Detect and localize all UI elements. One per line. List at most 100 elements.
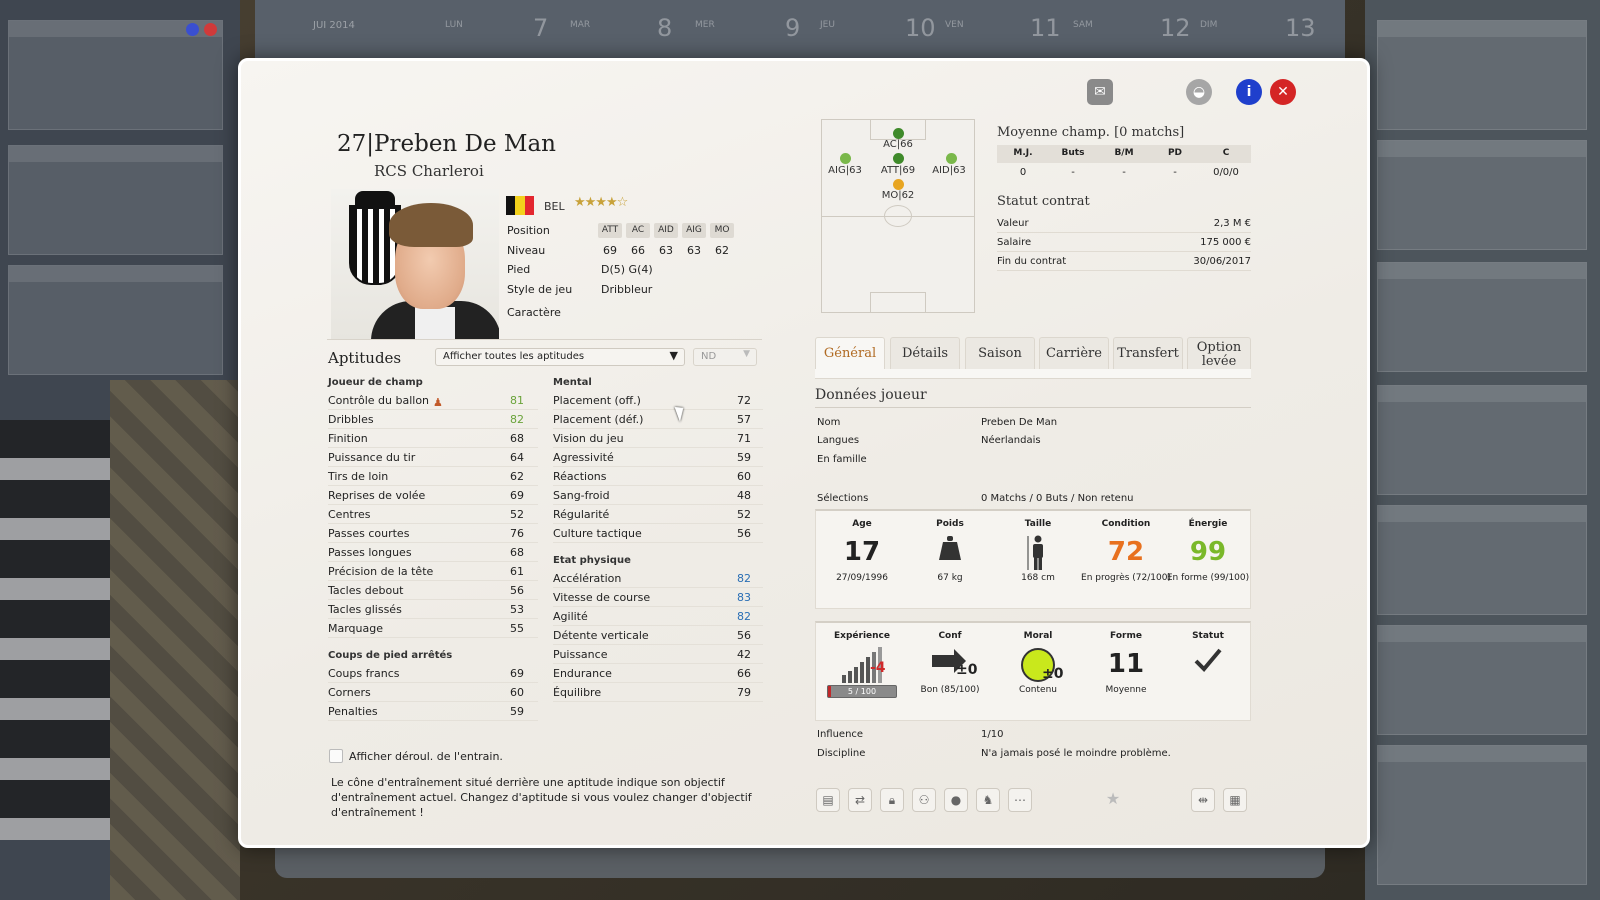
contract-value: 2,3 M € — [1213, 218, 1251, 229]
position-marker-aid[interactable] — [946, 153, 957, 164]
tab-saison[interactable]: Saison — [965, 337, 1035, 369]
energy-status: En forme (99/100) — [1166, 573, 1250, 583]
tab-general[interactable]: Général — [815, 337, 885, 369]
bg-red-dot — [204, 23, 217, 36]
experience-cell: Expérience -4 5 / 100 — [816, 623, 908, 698]
star-icon[interactable]: ★ — [1101, 788, 1125, 812]
show-training-label[interactable]: Afficher déroul. de l'entrain. — [349, 750, 503, 763]
attribute-value: 76 — [510, 527, 524, 540]
aptitudes-filter-select[interactable]: Afficher toutes les aptitudes ▼ — [435, 348, 685, 366]
aptitudes-filter-value: Afficher toutes les aptitudes — [443, 351, 585, 362]
attribute-row[interactable]: Endurance 66 — [553, 664, 763, 683]
attribute-row[interactable]: Vision du jeu 71 — [553, 429, 763, 448]
scarf-decoration — [0, 420, 110, 840]
position-marker-mo[interactable] — [893, 179, 904, 190]
attribute-row[interactable]: Puissance 42 — [553, 645, 763, 664]
attribute-name: Régularité — [553, 508, 610, 521]
info-icon[interactable]: i — [1236, 79, 1262, 105]
tab-option-levee[interactable]: Option levée — [1187, 337, 1251, 369]
attribute-row[interactable]: Tirs de loin 62 — [328, 467, 538, 486]
club-name[interactable]: RCS Charleroi — [374, 162, 484, 180]
energy-cell: Énergie 99 En forme (99/100) — [1162, 511, 1254, 584]
tab-transfert[interactable]: Transfert — [1113, 337, 1183, 369]
calendar-icon[interactable]: ▦ — [1223, 788, 1247, 812]
attribute-row[interactable]: Finition 68 — [328, 429, 538, 448]
attribute-row[interactable]: Tacles glissés 53 — [328, 600, 538, 619]
attribute-row[interactable]: Contrôle du ballon 81 ♟ — [328, 391, 538, 410]
data-row-langues: Langues Néerlandais — [817, 435, 1041, 446]
height-svg — [1027, 535, 1043, 570]
height-cell: Taille 168 cm — [992, 511, 1084, 584]
attribute-row[interactable]: Passes longues 68 — [328, 543, 538, 562]
attribute-row[interactable]: Détente verticale 56 — [553, 626, 763, 645]
mail-icon[interactable]: ✉ — [1087, 79, 1113, 105]
physical-section-title: Etat physique — [553, 555, 631, 566]
attribute-row[interactable]: Équilibre 79 — [553, 683, 763, 702]
show-training-checkbox[interactable] — [329, 749, 343, 763]
attribute-value: 60 — [737, 470, 751, 483]
flag-band — [506, 196, 516, 215]
moral-ball-icon: ±0 — [992, 647, 1084, 682]
attribute-row[interactable]: Placement (déf.) 57 — [553, 410, 763, 429]
attribute-row[interactable]: Corners 60 — [328, 683, 538, 702]
attribute-row[interactable]: Marquage 55 — [328, 619, 538, 638]
field-section-title: Joueur de champ — [328, 377, 423, 388]
attribute-row[interactable]: Coups francs 69 — [328, 664, 538, 683]
attribute-value: 52 — [510, 508, 524, 521]
attribute-row[interactable]: Précision de la tête 61 — [328, 562, 538, 581]
attribute-row[interactable]: Sang-froid 48 — [553, 486, 763, 505]
calendar-day-label: DIM — [1200, 20, 1218, 30]
bg-injuries-panel — [1377, 385, 1587, 495]
attribute-value: 82 — [737, 572, 751, 585]
calendar-day: 7 — [533, 14, 549, 42]
compare-icon[interactable]: ⇄ — [848, 788, 872, 812]
contract-value: 30/06/2017 — [1193, 256, 1251, 267]
hair — [389, 203, 473, 247]
attribute-row[interactable]: Dribbles 82 — [328, 410, 538, 429]
attribute-row[interactable]: Passes courtes 76 — [328, 524, 538, 543]
attribute-row[interactable]: Agressivité 59 — [553, 448, 763, 467]
attribute-row[interactable]: Réactions 60 — [553, 467, 763, 486]
attribute-value: 56 — [737, 629, 751, 642]
chat-icon[interactable]: ● — [944, 788, 968, 812]
attribute-row[interactable]: Culture tactique 56 — [553, 524, 763, 543]
nationality-code: BEL — [544, 200, 565, 213]
position-marker-ac[interactable] — [893, 128, 904, 139]
attribute-row[interactable]: Tacles debout 56 — [328, 581, 538, 600]
attribute-row[interactable]: Agilité 82 — [553, 607, 763, 626]
attribute-name: Précision de la tête — [328, 565, 434, 578]
bg-ratings-panel — [1377, 262, 1587, 372]
report-icon[interactable]: ▤ — [816, 788, 840, 812]
attribute-row[interactable]: Centres 52 — [328, 505, 538, 524]
age-header: Age — [852, 519, 872, 529]
fitness-icon[interactable]: ⇹ — [1191, 788, 1215, 812]
data-row-nom: Nom Preben De Man — [817, 417, 1057, 428]
stat-header: C — [1222, 148, 1230, 158]
form-status: Moyenne — [1105, 685, 1147, 695]
position-marker-aig[interactable] — [840, 153, 851, 164]
attribute-row[interactable]: Régularité 52 — [553, 505, 763, 524]
attribute-row[interactable]: Placement (off.) 72 — [553, 391, 763, 410]
nd-select[interactable]: ND ▼ — [693, 348, 757, 366]
attribute-value: 48 — [737, 489, 751, 502]
attribute-row[interactable]: Reprises de volée 69 — [328, 486, 538, 505]
code-icon[interactable]: ⋯ — [1008, 788, 1032, 812]
scout-icon[interactable]: ◒ — [1186, 79, 1212, 105]
lock-icon[interactable]: 🔒︎ — [880, 788, 904, 812]
train-icon[interactable]: ♞ — [976, 788, 1000, 812]
contract-label: Salaire — [997, 237, 1032, 248]
attribute-row[interactable]: Puissance du tir 64 — [328, 448, 538, 467]
close-icon[interactable]: ✕ — [1270, 79, 1296, 105]
attribute-row[interactable]: Accélération 82 — [553, 569, 763, 588]
team-icon[interactable]: ⚇ — [912, 788, 936, 812]
position-marker-att[interactable] — [893, 153, 904, 164]
contract-row: Fin du contrat 30/06/2017 — [997, 252, 1251, 271]
attribute-name: Contrôle du ballon — [328, 394, 430, 407]
tab-carriere[interactable]: Carrière — [1039, 337, 1109, 369]
attribute-row[interactable]: Vitesse de course 83 — [553, 588, 763, 607]
confidence-status: Bon (85/100) — [920, 685, 980, 695]
calendar-day: 9 — [785, 14, 801, 42]
tab-details[interactable]: Détails — [890, 337, 960, 369]
attribute-row[interactable]: Penalties 59 — [328, 702, 538, 721]
attribute-value: 72 — [737, 394, 751, 407]
